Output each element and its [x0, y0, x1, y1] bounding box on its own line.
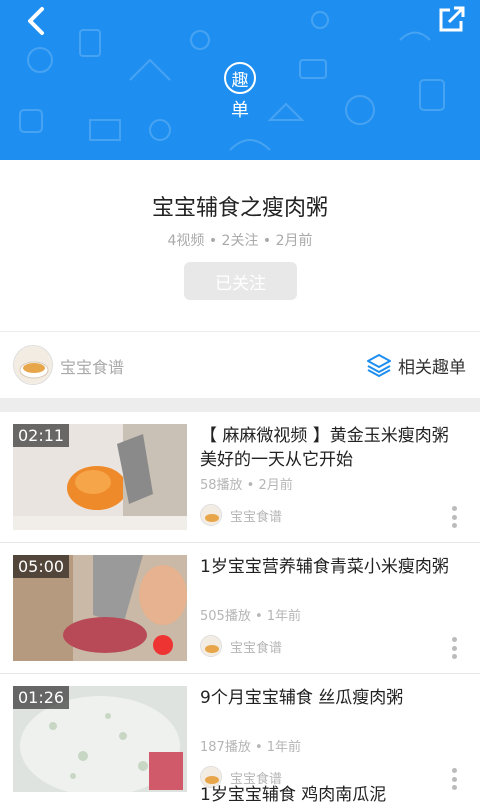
share-icon[interactable] [436, 4, 466, 34]
playlist-title: 宝宝辅食之瘦肉粥 [151, 196, 328, 221]
video-meta: 187播放 • 1年前 [200, 740, 302, 755]
video-author[interactable]: 宝宝食谱 [200, 635, 282, 657]
related-playlists-button[interactable]: 相关趣单 [366, 352, 466, 378]
video-list-item[interactable]: 02:11 【 麻麻微视频 】黄金玉米瘦肉粥 美好的一天从它开始 58播放 • … [0, 412, 480, 543]
video-duration: 01:26 [13, 686, 70, 709]
more-options-icon[interactable] [452, 768, 458, 790]
playlist-meta: 4视频 • 2关注 • 2月前 [167, 233, 313, 249]
header-banner: 趣 单 [0, 0, 480, 160]
more-options-icon[interactable] [452, 506, 458, 528]
follow-button[interactable]: 已关注 [184, 262, 297, 300]
author-avatar [200, 635, 222, 657]
author-avatar [200, 504, 222, 526]
video-author-name: 宝宝食谱 [230, 640, 283, 656]
video-duration: 05:00 [13, 555, 70, 578]
video-thumbnail[interactable]: 01:26 [13, 686, 187, 792]
author-avatar[interactable] [13, 345, 53, 385]
video-thumbnail[interactable]: 05:00 [13, 555, 187, 661]
layers-icon [367, 354, 391, 377]
video-thumbnail[interactable]: 02:11 [13, 424, 187, 530]
author-row[interactable]: 宝宝食谱 相关趣单 [0, 332, 480, 398]
video-title[interactable]: 9个月宝宝辅食 丝瓜瘦肉粥 [200, 686, 470, 710]
author-name[interactable]: 宝宝食谱 [60, 354, 124, 378]
video-duration: 02:11 [13, 424, 70, 447]
qudan-badge-icon: 趣 [224, 62, 256, 94]
video-title[interactable]: 1岁宝宝营养辅食青菜小米瘦肉粥 [200, 555, 470, 579]
video-meta: 505播放 • 1年前 [200, 609, 302, 624]
video-list-item[interactable]: 05:00 1岁宝宝营养辅食青菜小米瘦肉粥 505播放 • 1年前 宝宝食谱 [0, 543, 480, 674]
video-author[interactable]: 宝宝食谱 [200, 504, 282, 526]
video-title[interactable]: 【 麻麻微视频 】黄金玉米瘦肉粥 美好的一天从它开始 [200, 424, 470, 472]
related-playlists-label: 相关趣单 [398, 357, 466, 378]
header-subtitle: 单 [231, 100, 249, 121]
video-author-name: 宝宝食谱 [230, 509, 283, 525]
back-arrow-icon[interactable] [22, 6, 52, 36]
section-gap [0, 398, 480, 412]
next-video-title-peek[interactable]: 1岁宝宝辅食 鸡肉南瓜泥 [200, 780, 386, 805]
video-meta: 58播放 • 2月前 [200, 478, 293, 493]
more-options-icon[interactable] [452, 637, 458, 659]
